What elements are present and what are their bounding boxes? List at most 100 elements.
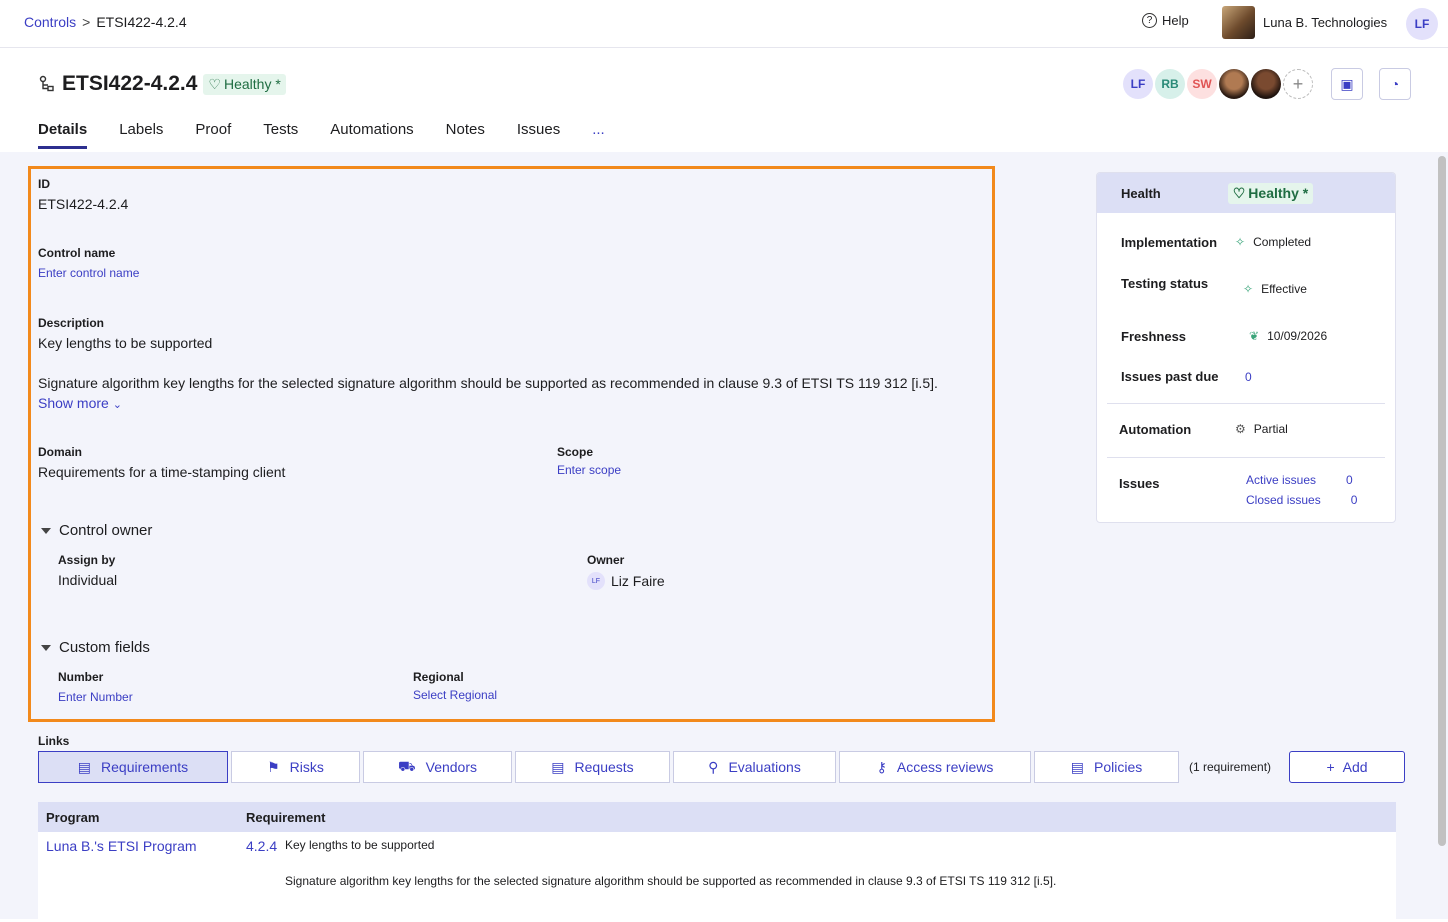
- links-tab-evaluations[interactable]: ⚲ Evaluations: [673, 751, 836, 783]
- show-more-label: Show more: [38, 395, 109, 411]
- assign-by-value[interactable]: Individual: [58, 572, 117, 588]
- health-badge: ♡ Healthy *: [203, 73, 286, 95]
- id-value: ETSI422-4.2.4: [38, 196, 129, 212]
- tab-tests[interactable]: Tests: [263, 121, 298, 149]
- control-name-input[interactable]: Enter control name: [38, 266, 139, 280]
- scrollbar[interactable]: [1438, 156, 1446, 846]
- requirement-code-link[interactable]: 4.2.4: [246, 838, 277, 854]
- clipboard-icon: ▤: [77, 758, 92, 775]
- issues-label: Issues: [1119, 476, 1160, 491]
- heart-pulse-icon: ♡: [1232, 184, 1246, 201]
- show-more-link[interactable]: Show more ⌄: [38, 395, 122, 411]
- links-heading: Links: [38, 734, 70, 748]
- links-tab-requirements[interactable]: ▤ Requirements: [38, 751, 228, 783]
- issues-past-due-label: Issues past due: [1121, 369, 1219, 384]
- details-panel: ID ETSI422-4.2.4 Control name Enter cont…: [28, 166, 995, 722]
- control-owner-heading: Control owner: [59, 522, 153, 539]
- control-title: ETSI422-4.2.4 ♡ Healthy *: [38, 72, 286, 96]
- program-link[interactable]: Luna B.'s ETSI Program: [46, 838, 197, 854]
- avatar-photo-2[interactable]: [1251, 69, 1281, 99]
- implementation-text: Completed: [1253, 235, 1312, 249]
- testing-status-text: Effective: [1261, 282, 1307, 296]
- avatar-lf[interactable]: LF: [1123, 69, 1153, 99]
- tab-more[interactable]: ...: [592, 121, 605, 149]
- breadcrumb-controls-link[interactable]: Controls: [24, 14, 76, 30]
- number-input[interactable]: Enter Number: [58, 690, 133, 704]
- help-icon: ?: [1142, 13, 1157, 28]
- tab-notes[interactable]: Notes: [446, 121, 485, 149]
- control-header: ETSI422-4.2.4 ♡ Healthy * LF RB SW + ▣ ◔ …: [0, 48, 1448, 152]
- chevron-down-icon: ⌄: [112, 399, 122, 411]
- tab-automations[interactable]: Automations: [330, 121, 413, 149]
- tab-labels[interactable]: Labels: [119, 121, 163, 149]
- avatar-rb[interactable]: RB: [1155, 69, 1185, 99]
- leaf-icon: ❦: [1249, 329, 1260, 343]
- requirement-count: (1 requirement): [1189, 760, 1272, 774]
- automation-value: ⚙ Partial: [1235, 422, 1288, 436]
- testing-status-value: ✧ Effective: [1243, 282, 1307, 296]
- domain-value: Requirements for a time-stamping client: [38, 464, 286, 480]
- user-avatar[interactable]: LF: [1406, 8, 1438, 40]
- control-name-label: Control name: [38, 246, 116, 260]
- feed-button[interactable]: ◔: [1379, 68, 1411, 100]
- links-tab-label: Risks: [289, 759, 324, 775]
- truck-icon: ⛟: [398, 757, 416, 774]
- links-tab-label: Requirements: [101, 759, 189, 775]
- scope-label: Scope: [557, 445, 594, 459]
- heart-pulse-icon: ♡: [208, 75, 221, 92]
- links-tab-label: Policies: [1093, 759, 1143, 775]
- rss-icon: ◔: [1390, 76, 1400, 92]
- column-header-program: Program: [46, 810, 100, 825]
- control-owner-toggle[interactable]: Control owner: [41, 522, 152, 539]
- active-issues-link[interactable]: Active issues 0: [1246, 473, 1353, 487]
- plus-icon: +: [1326, 759, 1335, 775]
- add-label: Add: [1342, 759, 1368, 775]
- divider: [1107, 457, 1385, 458]
- owner-value[interactable]: LF Liz Faire: [587, 572, 665, 590]
- user-key-icon: ⚷: [876, 758, 887, 775]
- freshness-label: Freshness: [1121, 329, 1187, 344]
- implementation-label: Implementation: [1121, 235, 1218, 250]
- requirements-table: Program Requirement Luna B.'s ETSI Progr…: [38, 802, 1396, 922]
- status-sidebar: Health ♡ Healthy * Implementation ✧ Complet…: [1096, 172, 1396, 523]
- id-label: ID: [38, 177, 50, 191]
- avatar-photo-1[interactable]: [1219, 69, 1249, 99]
- description-body: Signature algorithm key lengths for the …: [38, 375, 938, 391]
- links-tab-risks[interactable]: ⚑ Risks: [231, 751, 360, 783]
- owner-label: Owner: [587, 553, 625, 567]
- collaborator-avatars: LF RB SW +: [1123, 69, 1313, 99]
- org-switcher[interactable]: Luna B. Technologies: [1222, 6, 1387, 39]
- closed-issues-link[interactable]: Closed issues 0: [1246, 493, 1357, 507]
- automation-label: Automation: [1119, 422, 1192, 437]
- sparkle-pulse-icon: ✧: [1243, 282, 1254, 296]
- breadcrumb: Controls > ETSI422-4.2.4: [24, 14, 187, 30]
- freshness-value: ❦ 10/09/2026: [1249, 329, 1327, 343]
- calendar-check-button[interactable]: ▣: [1331, 68, 1363, 100]
- regional-select[interactable]: Select Regional: [413, 688, 497, 702]
- custom-fields-toggle[interactable]: Custom fields: [41, 639, 150, 656]
- number-label: Number: [58, 670, 104, 684]
- tab-details[interactable]: Details: [38, 121, 88, 149]
- links-tab-vendors[interactable]: ⛟ Vendors: [363, 751, 512, 783]
- flag-icon: ⚑: [267, 758, 280, 775]
- add-link-button[interactable]: + Add: [1289, 751, 1405, 783]
- links-tab-label: Vendors: [425, 759, 477, 775]
- scope-input[interactable]: Enter scope: [557, 463, 621, 477]
- tab-proof[interactable]: Proof: [195, 121, 231, 149]
- links-tab-requests[interactable]: ▤ Requests: [515, 751, 670, 783]
- caret-down-icon: [41, 527, 51, 534]
- tab-issues[interactable]: Issues: [517, 121, 560, 149]
- sidebar-health-badge: ♡ Healthy *: [1227, 182, 1314, 204]
- active-issues-label: Active issues: [1246, 473, 1317, 487]
- links-tab-access-reviews[interactable]: ⚷ Access reviews: [839, 751, 1031, 783]
- calendar-check-icon: ▣: [1340, 75, 1354, 92]
- description-title: Key lengths to be supported: [38, 335, 213, 351]
- avatar-sw[interactable]: SW: [1187, 69, 1217, 99]
- control-hierarchy-icon: [39, 75, 54, 92]
- add-collaborator-icon[interactable]: +: [1283, 69, 1313, 99]
- links-tab-policies[interactable]: ▤ Policies: [1034, 751, 1179, 783]
- help-button[interactable]: ? Help: [1142, 13, 1189, 28]
- links-tab-label: Requests: [574, 759, 634, 775]
- page-title: ETSI422-4.2.4: [62, 72, 198, 95]
- issues-past-due-value[interactable]: 0: [1245, 370, 1252, 384]
